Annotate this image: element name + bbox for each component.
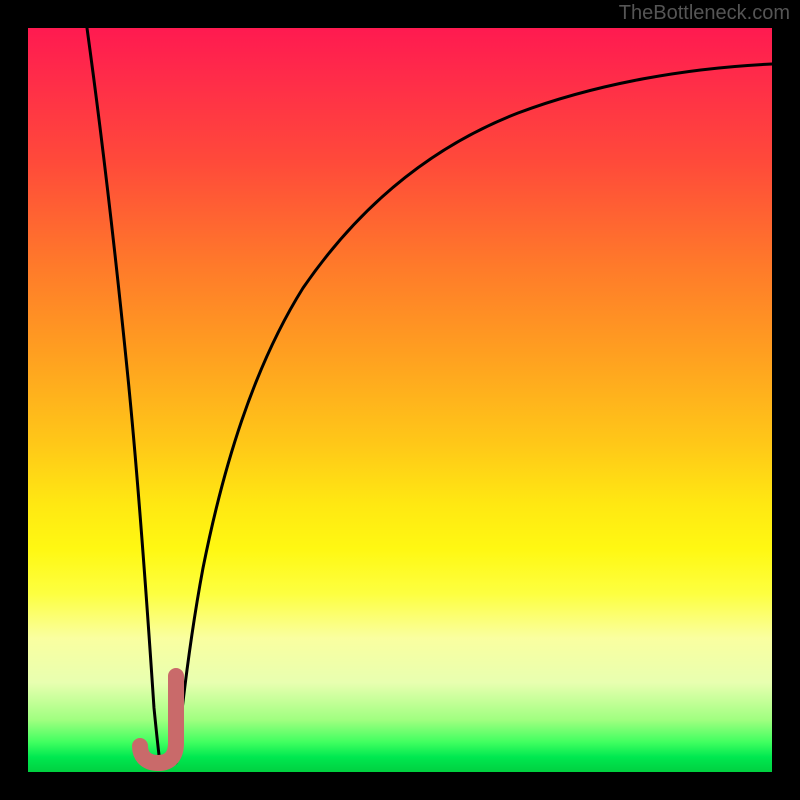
chart-container: TheBottleneck.com [0,0,800,800]
curve-overlay [28,28,772,772]
watermark-text: TheBottleneck.com [619,2,790,25]
left-curve [87,28,160,763]
right-curve [176,64,772,763]
plot-area [28,28,772,772]
